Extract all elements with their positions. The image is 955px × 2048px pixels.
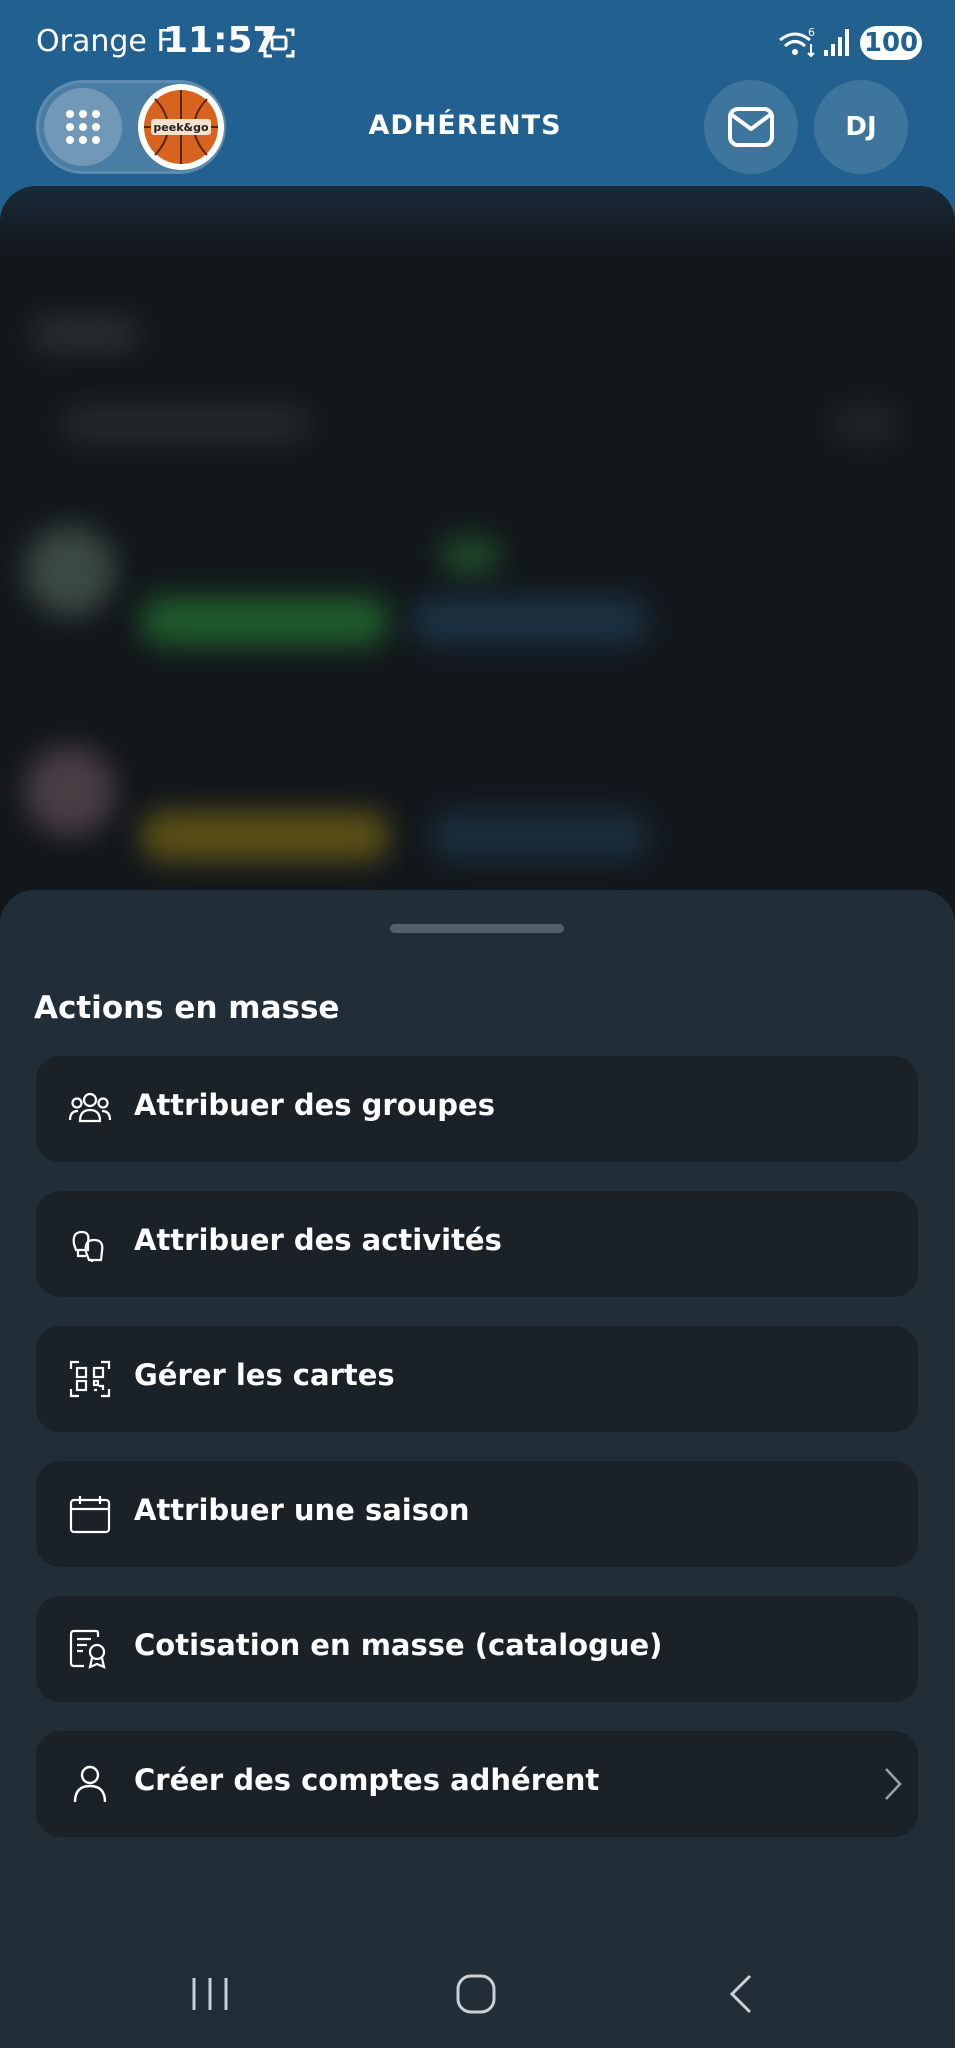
action-bulk-membership-fee[interactable]: Cotisation en masse (catalogue) [36,1596,918,1702]
club-logo-button[interactable]: peek&go [138,84,224,170]
carrier-name: Orange F [36,24,174,59]
page-title: ADHÉRENTS [368,110,562,141]
user-icon [73,1765,107,1803]
calendar-icon [69,1496,111,1534]
blurred-placeholder [410,596,650,646]
action-create-member-accounts[interactable]: Créer des comptes adhérent [36,1731,918,1837]
battery-level: 100 [860,26,922,60]
blurred-list-fade [0,186,955,256]
wifi-6-icon: 6 [779,26,815,58]
grid-menu-icon [66,110,100,144]
svg-text:6: 6 [808,26,815,39]
bulk-actions-sheet: Actions en masse Attribuer des groupes A… [0,890,955,2048]
app-switcher: peek&go [36,80,226,174]
blurred-placeholder [830,406,900,442]
status-bar: Orange F 11:57 6 100 [0,0,955,86]
action-label: Créer des comptes adhérent [134,1763,600,1797]
users-group-icon [68,1092,112,1123]
blurred-placeholder [60,406,310,442]
messages-button[interactable] [704,80,798,174]
blurred-member-list [0,186,955,946]
sheet-drag-handle[interactable] [390,924,564,933]
blurred-placeholder [140,596,390,646]
signal-icon [824,29,849,56]
blurred-placeholder [140,811,390,861]
chevron-right-icon [885,1768,902,1800]
screen: Orange F 11:57 6 100 peek&go ADHÉRENTS D… [0,0,955,2048]
system-navigation-bar [0,1940,955,2048]
certificate-icon [69,1629,106,1669]
grid-menu-button[interactable] [44,88,122,166]
action-assign-activities[interactable]: Attribuer des activités [36,1191,918,1297]
club-logo: peek&go [144,90,218,164]
action-label: Attribuer une saison [134,1493,470,1527]
mail-icon [728,107,774,147]
action-assign-groups[interactable]: Attribuer des groupes [36,1056,918,1162]
club-logo-text: peek&go [153,121,209,134]
action-label: Attribuer des groupes [134,1088,495,1122]
clock: 11:57 [163,20,278,61]
action-label: Attribuer des activités [134,1223,502,1257]
user-avatar-button[interactable]: DJ [814,80,908,174]
blurred-placeholder [430,811,650,861]
back-icon[interactable] [712,1964,772,2024]
action-label: Gérer les cartes [134,1358,395,1392]
blurred-placeholder [30,316,140,352]
boxing-gloves-icon [72,1230,104,1262]
action-manage-cards[interactable]: Gérer les cartes [36,1326,918,1432]
blurred-placeholder [440,536,500,576]
home-icon[interactable] [446,1964,506,2024]
screenshot-icon [263,28,295,58]
blurred-placeholder [25,526,115,616]
sheet-title: Actions en masse [34,990,340,1026]
action-assign-season[interactable]: Attribuer une saison [36,1461,918,1567]
recent-apps-icon[interactable] [180,1964,240,2024]
action-label: Cotisation en masse (catalogue) [134,1628,663,1662]
qr-code-icon [69,1360,111,1398]
blurred-placeholder [25,746,115,836]
